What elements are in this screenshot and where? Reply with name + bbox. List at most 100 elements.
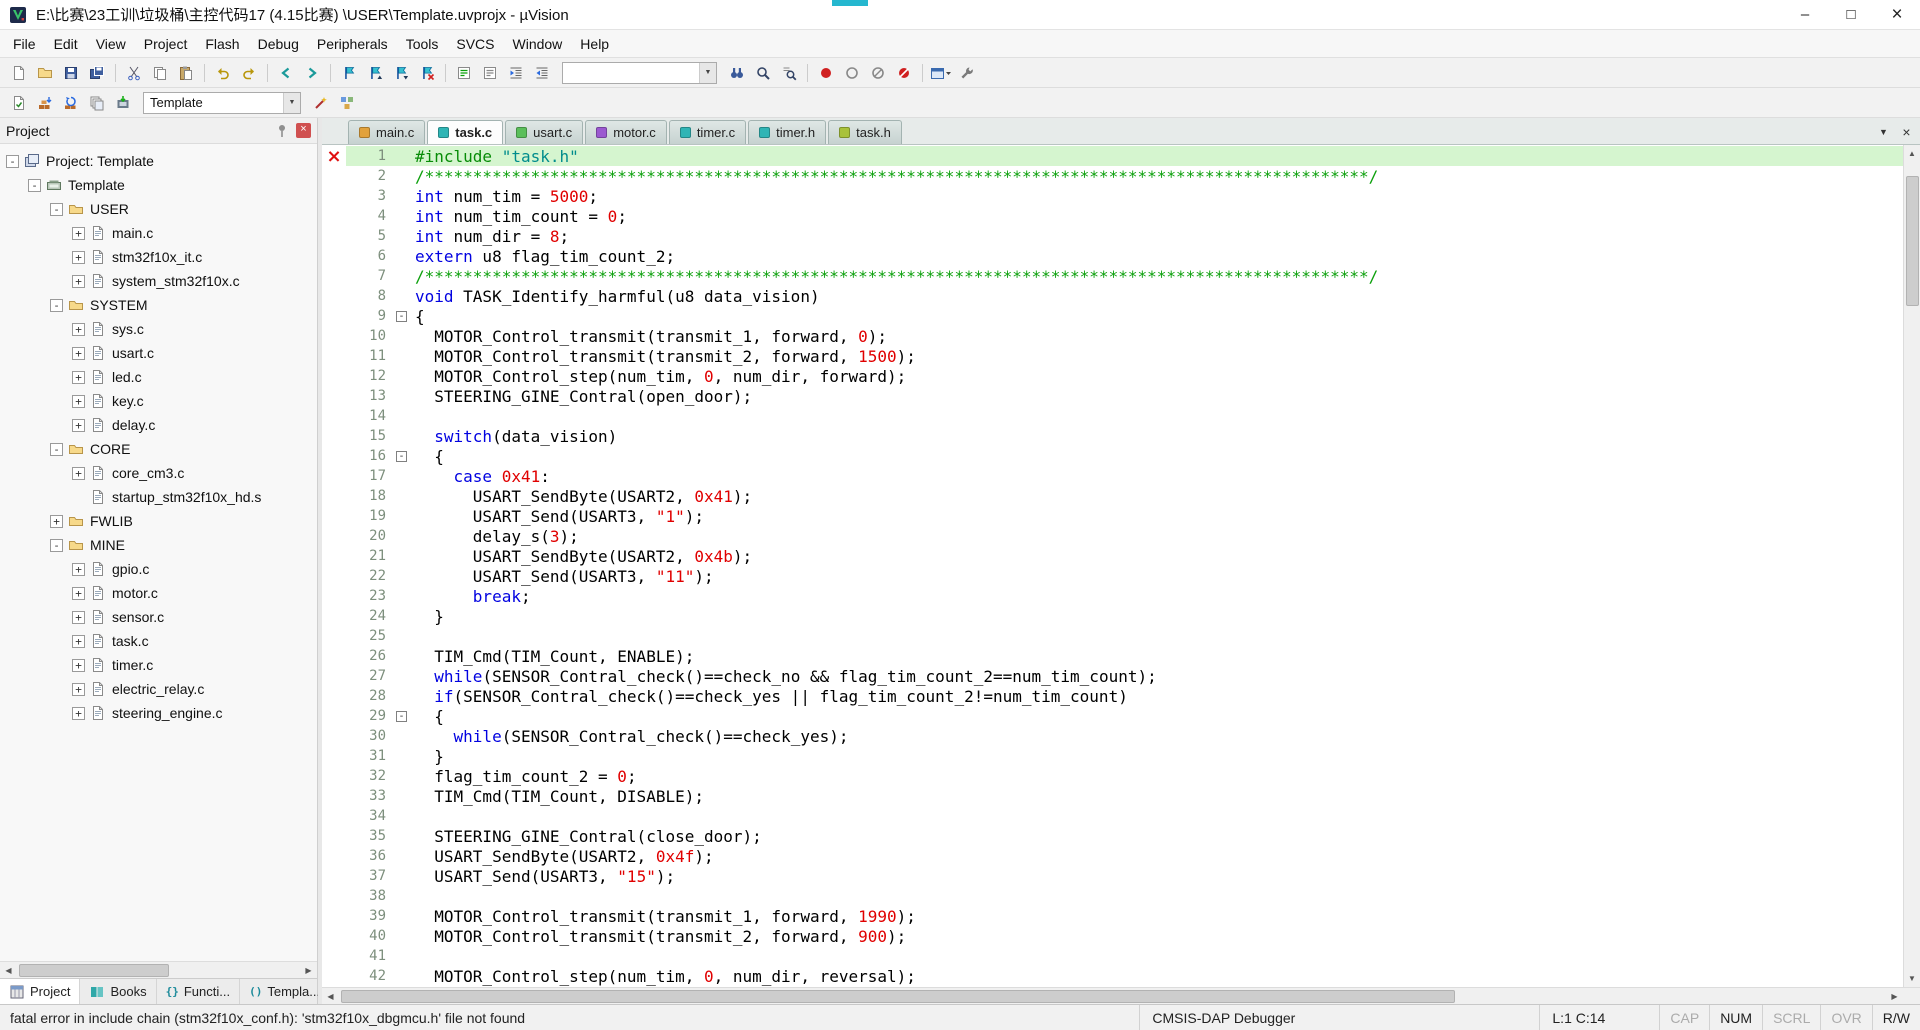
code-line[interactable]: 22 USART_Send(USART3, "11"); bbox=[322, 566, 1903, 586]
tree-item-core[interactable]: - CORE bbox=[0, 437, 317, 461]
tree-item-system[interactable]: - SYSTEM bbox=[0, 293, 317, 317]
options-for-target-button[interactable] bbox=[309, 91, 333, 115]
tree-item-template[interactable]: - Template bbox=[0, 173, 317, 197]
code-line[interactable]: 19 USART_Send(USART3, "1"); bbox=[322, 506, 1903, 526]
tab-task-c[interactable]: task.c bbox=[427, 120, 504, 144]
scroll-track[interactable] bbox=[17, 962, 300, 978]
tree-item-key-c[interactable]: + key.c bbox=[0, 389, 317, 413]
tree-item-main-c[interactable]: + main.c bbox=[0, 221, 317, 245]
tab-motor-c[interactable]: motor.c bbox=[585, 120, 667, 144]
code-line[interactable]: 30 while(SENSOR_Contral_check()==check_y… bbox=[322, 726, 1903, 746]
bottom-tab-project[interactable]: Project bbox=[0, 979, 81, 1004]
tree-item-fwlib[interactable]: + FWLIB bbox=[0, 509, 317, 533]
navigate-forward-button[interactable] bbox=[300, 61, 324, 85]
bottom-tab-functi[interactable]: {} Functi... bbox=[157, 979, 241, 1004]
scroll-track[interactable] bbox=[339, 988, 1886, 1004]
tree-item-system-stm32f10x-c[interactable]: + system_stm32f10x.c bbox=[0, 269, 317, 293]
tab-timer-h[interactable]: timer.h bbox=[748, 120, 827, 144]
menu-svcs[interactable]: SVCS bbox=[447, 32, 503, 56]
incremental-find-button[interactable] bbox=[777, 61, 801, 85]
menu-tools[interactable]: Tools bbox=[397, 32, 448, 56]
bookmark-next-button[interactable] bbox=[389, 61, 413, 85]
rebuild-button[interactable] bbox=[59, 91, 83, 115]
scroll-thumb[interactable] bbox=[341, 990, 1455, 1003]
window-select-button[interactable] bbox=[929, 61, 953, 85]
code-line[interactable]: 9-{ bbox=[322, 306, 1903, 326]
tab-main-c[interactable]: main.c bbox=[348, 120, 426, 144]
tree-item-delay-c[interactable]: + delay.c bbox=[0, 413, 317, 437]
collapse-icon[interactable]: - bbox=[50, 202, 63, 216]
code-line[interactable]: 24 } bbox=[322, 606, 1903, 626]
expand-icon[interactable]: + bbox=[72, 634, 85, 648]
code-line[interactable]: 12 MOTOR_Control_step(num_tim, 0, num_di… bbox=[322, 366, 1903, 386]
collapse-icon[interactable]: - bbox=[50, 298, 63, 312]
code-line[interactable]: 29- { bbox=[322, 706, 1903, 726]
menu-help[interactable]: Help bbox=[571, 32, 618, 56]
project-horizontal-scrollbar[interactable]: ◀ ▶ bbox=[0, 961, 317, 978]
scroll-thumb[interactable] bbox=[19, 964, 169, 977]
tree-item-project-template[interactable]: - Project: Template bbox=[0, 149, 317, 173]
expand-icon[interactable]: + bbox=[50, 514, 63, 528]
expand-icon[interactable]: + bbox=[72, 610, 85, 624]
expand-icon[interactable]: + bbox=[72, 466, 85, 480]
menu-window[interactable]: Window bbox=[504, 32, 572, 56]
new-file-button[interactable] bbox=[7, 61, 31, 85]
tree-item-steering-engine-c[interactable]: + steering_engine.c bbox=[0, 701, 317, 725]
pin-icon[interactable] bbox=[273, 122, 291, 140]
code-line[interactable]: 18 USART_SendByte(USART2, 0x41); bbox=[322, 486, 1903, 506]
scroll-down-icon[interactable]: ▼ bbox=[1904, 970, 1920, 987]
bookmark-toggle-button[interactable] bbox=[337, 61, 361, 85]
uncomment-selection-button[interactable] bbox=[478, 61, 502, 85]
tree-item-task-c[interactable]: + task.c bbox=[0, 629, 317, 653]
code-line[interactable]: 28 if(SENSOR_Contral_check()==check_yes … bbox=[322, 686, 1903, 706]
code-line[interactable]: 34 bbox=[322, 806, 1903, 826]
code-line[interactable]: 25 bbox=[322, 626, 1903, 646]
expand-icon[interactable]: + bbox=[72, 226, 85, 240]
bottom-tab-books[interactable]: Books bbox=[80, 979, 157, 1004]
expand-icon[interactable]: + bbox=[72, 274, 85, 288]
close-tab-button[interactable]: × bbox=[1898, 123, 1915, 140]
fold-toggle[interactable]: - bbox=[394, 706, 409, 726]
comment-selection-button[interactable] bbox=[452, 61, 476, 85]
tree-item-startup-stm32f10x-hd-s[interactable]: startup_stm32f10x_hd.s bbox=[0, 485, 317, 509]
code-line[interactable]: 21 USART_SendByte(USART2, 0x4b); bbox=[322, 546, 1903, 566]
download-button[interactable] bbox=[111, 91, 135, 115]
code-line[interactable]: 32 flag_tim_count_2 = 0; bbox=[322, 766, 1903, 786]
build-button[interactable] bbox=[33, 91, 57, 115]
expand-icon[interactable]: + bbox=[72, 394, 85, 408]
save-all-button[interactable] bbox=[85, 61, 109, 85]
tree-item-timer-c[interactable]: + timer.c bbox=[0, 653, 317, 677]
close-panel-button[interactable]: × bbox=[296, 123, 311, 138]
editor-vertical-scrollbar[interactable]: ▲ ▼ bbox=[1903, 145, 1920, 987]
tree-item-led-c[interactable]: + led.c bbox=[0, 365, 317, 389]
indent-button[interactable] bbox=[504, 61, 528, 85]
code-line[interactable]: 36 USART_SendByte(USART2, 0x4f); bbox=[322, 846, 1903, 866]
code-line[interactable]: 27 while(SENSOR_Contral_check()==check_n… bbox=[322, 666, 1903, 686]
tab-list-button[interactable]: ▼ bbox=[1875, 123, 1892, 140]
save-button[interactable] bbox=[59, 61, 83, 85]
find-combo[interactable]: ▼ bbox=[562, 61, 717, 84]
unindent-button[interactable] bbox=[530, 61, 554, 85]
breakpoint-kill-all-button[interactable] bbox=[892, 61, 916, 85]
code-line[interactable]: 33 TIM_Cmd(TIM_Count, DISABLE); bbox=[322, 786, 1903, 806]
collapse-icon[interactable]: - bbox=[50, 538, 63, 552]
translate-button[interactable] bbox=[7, 91, 31, 115]
code-line[interactable]: 2 /**************************************… bbox=[322, 166, 1903, 186]
code-line[interactable]: 42 MOTOR_Control_step(num_tim, 0, num_di… bbox=[322, 966, 1903, 986]
menu-debug[interactable]: Debug bbox=[249, 32, 308, 56]
expand-icon[interactable]: + bbox=[72, 682, 85, 696]
code-line[interactable]: × 1 #include "task.h" bbox=[322, 146, 1903, 167]
expand-icon[interactable]: + bbox=[72, 562, 85, 576]
menu-peripherals[interactable]: Peripherals bbox=[308, 32, 397, 56]
maximize-button[interactable]: □ bbox=[1828, 0, 1874, 29]
chevron-down-icon[interactable]: ▼ bbox=[283, 92, 300, 113]
tree-item-sensor-c[interactable]: + sensor.c bbox=[0, 605, 317, 629]
menu-file[interactable]: File bbox=[4, 32, 45, 56]
code-line[interactable]: 40 MOTOR_Control_transmit(transmit_2, fo… bbox=[322, 926, 1903, 946]
code-line[interactable]: 35 STEERING_GINE_Contral(close_door); bbox=[322, 826, 1903, 846]
bookmark-previous-button[interactable] bbox=[363, 61, 387, 85]
cut-button[interactable] bbox=[122, 61, 146, 85]
code-line[interactable]: 10 MOTOR_Control_transmit(transmit_1, fo… bbox=[322, 326, 1903, 346]
expand-icon[interactable]: + bbox=[72, 346, 85, 360]
configure-button[interactable] bbox=[955, 61, 979, 85]
